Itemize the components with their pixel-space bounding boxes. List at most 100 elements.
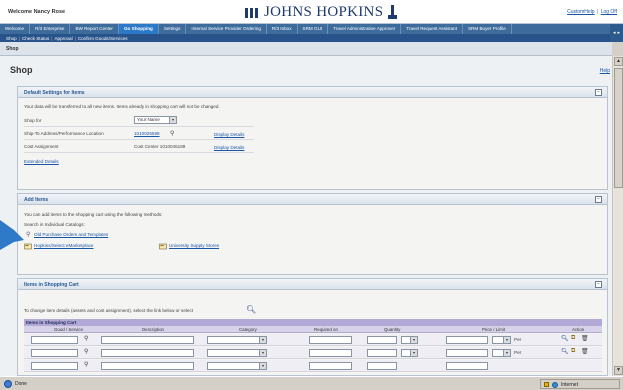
collapse-icon[interactable]: − [595,89,602,96]
collapse-icon[interactable]: − [595,196,602,203]
unit-select[interactable]: ▾ [401,349,418,357]
university-logo: JOHNS HOPKINS [245,3,398,21]
binoculars-icon[interactable]: ⚲ [84,335,88,342]
subnav-confirm[interactable]: Confirm Goods/Services [78,36,128,41]
currency-select[interactable]: ▾ [492,349,511,357]
ship-to-display-details[interactable]: Display Details [214,132,244,137]
vertical-scrollbar[interactable]: ▲ ▼ [612,56,623,376]
shop-for-label: Shop for [24,118,42,123]
extended-details-link[interactable]: Extended Details [24,159,59,164]
quantity-input[interactable] [367,349,397,357]
col-good-service: Good / Service [54,327,84,332]
currency-select[interactable]: ▾ [492,336,511,344]
tab-settings[interactable]: Settings [159,24,187,34]
required-on-input[interactable] [309,349,352,357]
cart-intro: To change item details (assets and cost … [24,308,194,313]
table-row: ⚲ ▾ ▾ ▾ Per 🔍︎ ⧉ 🗑︎ [24,334,602,346]
table-row: ⚲ ▾ ▾ ▾ Per 🔍︎ ⧉ 🗑︎ [24,347,602,359]
tab-r3-inbox[interactable]: R/3 Inbox [267,24,298,34]
tab-isp-ordering[interactable]: Internal Service Provider Ordering [186,24,267,34]
tab-welcome[interactable]: Welcome [0,24,31,34]
binoculars-icon[interactable]: ⚲ [84,348,88,355]
tab-scroll-arrows[interactable]: ◂ ▸ [610,24,623,42]
description-input[interactable] [101,349,194,357]
magnifier-icon[interactable]: 🔍︎ [561,335,569,342]
tab-r3-enterprise[interactable]: R/3 Enterprise [30,24,71,34]
category-select[interactable]: ▾ [207,349,267,357]
globe-icon [552,382,558,388]
required-on-input[interactable] [309,362,352,370]
cost-assignment-value: Cost Center 1010045189 [134,144,186,149]
collapse-icon[interactable]: − [595,281,602,288]
shopping-cart-panel: Items in Shopping Cart − To change item … [17,278,608,376]
cart-table-columns: Good / Service Description Category Requ… [24,326,602,333]
magnifier-icon[interactable]: 🔍︎ [246,305,256,314]
logoff-link[interactable]: Log Off [601,9,617,15]
lock-icon [544,382,549,387]
description-input[interactable] [101,362,194,370]
scroll-down-icon[interactable]: ▼ [614,366,623,375]
tab-go-shopping[interactable]: Go Shopping [118,24,159,34]
tab-srm-buyer[interactable]: SRM Buyer Profile [463,24,512,34]
tab-travel-assistant[interactable]: Travel Request Assistant [401,24,463,34]
trash-icon[interactable]: 🗑︎ [581,335,589,342]
university-stores-link[interactable]: University Supply Stores [169,243,219,248]
good-service-input[interactable] [31,336,78,344]
chevron-down-icon: ▾ [410,350,417,356]
pointer-arrow-icon [0,220,24,250]
chevron-right-icon[interactable]: ▸ [618,30,621,36]
subnav-check-status[interactable]: Check Status [22,36,49,41]
copy-icon[interactable]: ⧉ [571,348,575,355]
quantity-input[interactable] [367,336,397,344]
category-select[interactable]: ▾ [207,336,267,344]
chevron-down-icon: ▾ [503,350,510,356]
required-on-input[interactable] [309,336,352,344]
breadcrumb: Shop [0,42,612,56]
col-action: Action [572,327,585,332]
magnifier-icon[interactable]: 🔍︎ [561,348,569,355]
main-tabs: Welcome R/3 Enterprise BW Report Center … [0,24,623,34]
trash-icon[interactable]: 🗑︎ [581,348,589,355]
unit-select[interactable]: ▾ [401,336,418,344]
zone-text: Internet [561,382,578,388]
subnav-approval[interactable]: Approval [54,36,72,41]
main-content: Shop Help Default Settings for Items − Y… [0,56,612,376]
scroll-thumb[interactable] [614,68,623,188]
category-select[interactable]: ▾ [207,362,267,370]
binoculars-icon[interactable]: ⚲ [170,130,174,137]
tab-srm-gui[interactable]: SRM GUI [298,24,329,34]
price-input[interactable] [446,336,488,344]
help-link[interactable]: CustomHelp [567,9,595,15]
price-input[interactable] [446,362,488,370]
quantity-input[interactable] [367,362,397,370]
sub-navigation: Shop | Check Status | Approval | Confirm… [0,34,610,42]
catalog-icon [159,243,167,250]
cost-display-details[interactable]: Display Details [214,145,244,150]
subnav-shop[interactable]: Shop [6,36,17,41]
chevron-down-icon: ▾ [259,337,266,343]
good-service-input[interactable] [31,349,78,357]
shop-for-select[interactable]: Your Name ▾ [134,116,177,124]
top-header: Welcome Nancy Rose JOHNS HOPKINS CustomH… [0,0,623,24]
breadcrumb-text: Shop [6,46,19,52]
chevron-down-icon: ▾ [503,337,510,343]
table-row: ⚲ ▾ [24,360,602,372]
tab-travel-approver[interactable]: Travel Administrative Approver [328,24,402,34]
scroll-up-icon[interactable]: ▲ [614,57,623,66]
good-service-input[interactable] [31,362,78,370]
hopkins-marketplace-link[interactable]: Hopkins/Select eMarketplace [34,243,94,248]
binoculars-icon[interactable]: ⚲ [84,361,88,368]
ship-to-value[interactable]: 1010025598 [134,131,160,136]
tab-bw-report-center[interactable]: BW Report Center [70,24,119,34]
old-purchase-orders-link[interactable]: Old Purchase Orders and Templates [34,232,108,237]
col-required-on: Required on [314,327,338,332]
torch-icon [388,5,398,19]
ie-icon [4,380,12,388]
description-input[interactable] [101,336,194,344]
panel-title: Default Settings for Items [24,90,85,96]
chevron-left-icon[interactable]: ◂ [613,30,616,36]
page-title: Shop [10,65,33,75]
price-input[interactable] [446,349,488,357]
copy-icon[interactable]: ⧉ [571,335,575,342]
page-help-link[interactable]: Help [600,68,610,74]
